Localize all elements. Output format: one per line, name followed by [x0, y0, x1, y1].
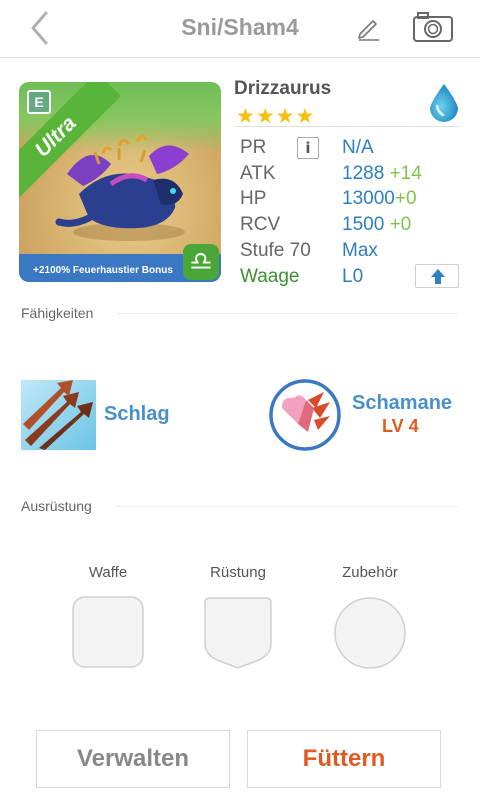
pencil-icon — [358, 20, 379, 41]
top-bar: Sni/Sham4 — [0, 0, 480, 58]
armor-slot[interactable] — [203, 596, 273, 675]
libra-zodiac-icon: ♎ — [183, 244, 219, 280]
stat-label: RCV — [240, 214, 281, 235]
equipment-slot-label: Zubehör — [342, 564, 398, 581]
stat-label: HP — [240, 188, 267, 209]
stat-label: ATK — [240, 163, 276, 184]
stat-value: Max — [342, 240, 378, 261]
stat-value: 1500 — [342, 214, 385, 235]
accessory-slot-frame-icon — [334, 597, 406, 669]
dragon-illustration — [55, 135, 189, 241]
stat-row-atk: ATK 1288 +14 — [240, 163, 464, 189]
star-icon: ★ — [275, 104, 295, 128]
stat-bonus: +0 — [389, 214, 412, 235]
skill-shaman-icon[interactable] — [268, 378, 342, 452]
skill-shaman-label: Schamane — [352, 392, 453, 414]
skill-strike-label: Schlag — [104, 403, 170, 425]
stat-label: Stufe 70 — [240, 240, 311, 261]
stat-label: Waage — [240, 266, 300, 287]
star-rating: ★★★★ — [236, 104, 315, 128]
stat-value: L0 — [342, 266, 364, 287]
divider — [234, 126, 460, 127]
stat-value: N/A — [342, 137, 374, 158]
edit-button[interactable] — [354, 12, 384, 42]
star-icon: ★ — [255, 104, 275, 128]
bonus-text: +2100% Feuerhaustier Bonus — [33, 265, 173, 276]
stat-row-waage: Waage L0 — [240, 264, 464, 292]
water-element-icon — [426, 82, 462, 122]
weapon-slot[interactable] — [72, 596, 144, 673]
star-icon: ★ — [236, 104, 255, 128]
stat-row-rcv: RCV 1500 +0 — [240, 214, 464, 240]
pet-portrait-card[interactable]: Ultra E +2100% Feuerhaustier Bonus ♎ — [19, 82, 221, 282]
evolution-badge: E — [27, 90, 51, 114]
camera-button[interactable] — [412, 10, 454, 44]
armor-slot-frame-icon — [204, 597, 272, 669]
page-title: Sni/Sham4 — [181, 14, 299, 40]
stat-value-group: 13000+0 — [342, 188, 417, 210]
stat-value: 1288 — [342, 163, 385, 184]
stat-bonus: +14 — [389, 163, 422, 184]
camera-icon — [413, 12, 453, 42]
accessory-slot[interactable] — [333, 596, 407, 675]
pet-name: Drizzaurus — [234, 78, 332, 99]
stat-value-group: 1500 +0 — [342, 214, 411, 236]
info-icon[interactable]: i — [297, 137, 319, 159]
weapon-slot-frame-icon — [72, 596, 144, 668]
stat-label: PR — [240, 137, 267, 158]
equipment-slot-label: Waffe — [88, 564, 128, 581]
manage-button[interactable]: Verwalten — [36, 730, 230, 788]
divider — [116, 506, 458, 507]
equipment-heading: Ausrüstung — [21, 498, 92, 514]
arrow-up-icon — [431, 269, 445, 284]
star-icon: ★ — [295, 104, 315, 128]
stat-bonus: +0 — [394, 188, 417, 209]
skill-strike-icon[interactable] — [21, 380, 96, 450]
feed-button[interactable]: Füttern — [247, 730, 441, 788]
divider — [116, 313, 458, 314]
stat-value: 13000 — [342, 188, 395, 209]
equipment-slot-label: Rüstung — [210, 564, 266, 581]
stat-row-hp: HP 13000+0 — [240, 188, 464, 214]
stat-value-group: 1288 +14 — [342, 163, 422, 185]
skill-shaman-level: LV 4 — [382, 416, 419, 436]
abilities-heading: Fähigkeiten — [21, 305, 94, 321]
stat-row-level: Stufe 70 Max — [240, 240, 464, 266]
stat-row-pr: PR i N/A — [240, 137, 464, 163]
upgrade-button[interactable] — [415, 264, 459, 288]
